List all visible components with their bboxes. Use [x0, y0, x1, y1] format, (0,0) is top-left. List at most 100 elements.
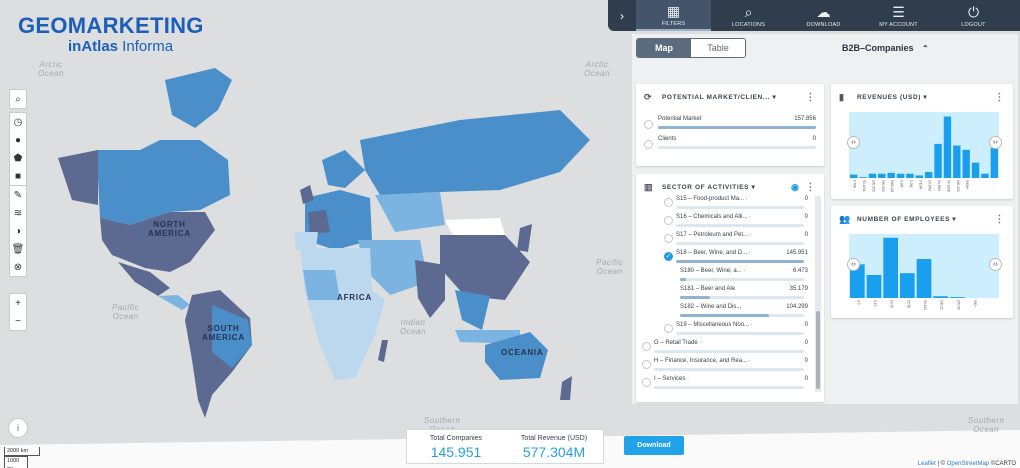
tick-label: 250-500k	[881, 180, 885, 192]
list-item[interactable]: S16 – Chemicals and Alli... · 0	[664, 214, 816, 232]
radio-button[interactable]	[664, 324, 673, 333]
chart-bar	[866, 274, 882, 298]
row-bar-track	[676, 332, 804, 335]
close-circle-icon[interactable]: ⊗	[10, 258, 26, 276]
tab-table[interactable]: Table	[691, 39, 745, 57]
chart-bar	[916, 259, 932, 298]
zoom-control: + −	[9, 293, 27, 331]
card-title[interactable]: NUMBER OF EMPLOYEES ▾	[857, 215, 956, 223]
list-item[interactable]: S180 – Beer, Wine, a... · 6.473	[662, 268, 816, 286]
new-zealand	[560, 376, 572, 400]
card-title[interactable]: REVENUES (USD) ▾	[857, 93, 927, 101]
radio-button[interactable]	[642, 378, 651, 387]
nav-filters[interactable]: ▦ FILTERS	[636, 0, 711, 31]
continent-label: OCEANIA	[501, 348, 544, 357]
chart-bar	[953, 145, 961, 178]
radio-button[interactable]	[644, 120, 653, 129]
square-draw-icon[interactable]: ■	[10, 167, 26, 185]
dataset-selector[interactable]: B2B–Companies ⌃	[842, 43, 929, 53]
radio-button[interactable]	[664, 234, 673, 243]
tick-label: 1-2M	[900, 180, 904, 188]
radio-button[interactable]	[664, 216, 673, 225]
row-bar-track	[680, 314, 804, 317]
chart-scroll-icon[interactable]: ‹›	[989, 136, 1002, 149]
row-bar-track	[654, 386, 804, 389]
radio-button[interactable]	[642, 342, 651, 351]
search-icon[interactable]: ⌕	[10, 90, 26, 108]
leaflet-link[interactable]: Leaflet	[918, 461, 936, 467]
row-bar-track	[676, 224, 804, 227]
total-companies-value: 145.951	[430, 444, 482, 460]
tick-label: 100-250k	[871, 180, 875, 192]
circle-draw-icon[interactable]: ●	[10, 131, 26, 149]
africa	[305, 290, 385, 380]
zoom-in-button[interactable]: +	[10, 294, 26, 312]
row-value: 0	[804, 376, 808, 382]
row-bar-track	[654, 368, 804, 371]
row-bar-track	[680, 296, 804, 299]
list-item[interactable]: S17 – Petroleum and Pet... · 0	[664, 232, 816, 250]
nav-label: MY ACCOUNT	[879, 21, 918, 28]
scrollbar[interactable]	[815, 196, 821, 392]
download-button[interactable]: Download	[624, 436, 684, 455]
row-label: Potential Market	[658, 116, 702, 122]
draw-toolbar: ◷ ● ⬟ ■	[9, 112, 27, 186]
more-icon[interactable]: ⋮	[805, 182, 816, 193]
list-item[interactable]: H – Finance, Insurance, and Rea... · 0	[642, 358, 816, 376]
list-item[interactable]: S182 – Wine and Dis... 104.299	[662, 304, 816, 322]
pentagon-draw-icon[interactable]: ⬟	[10, 149, 26, 167]
contrast-icon[interactable]: ◑	[10, 222, 26, 240]
tab-map[interactable]: Map	[637, 39, 691, 57]
chart-scroll-icon[interactable]: ‹›	[847, 136, 860, 149]
list-item[interactable]: Potential Market 157.856	[644, 116, 816, 134]
russia	[360, 110, 590, 195]
tick-label: 500M+	[965, 180, 969, 190]
info-icon[interactable]: i	[8, 418, 28, 438]
clock-icon[interactable]: ◷	[10, 113, 26, 131]
collapse-panel-icon[interactable]: ›	[608, 0, 636, 31]
row-label: H – Finance, Insurance, and Rea... ·	[654, 358, 751, 364]
se-asia	[455, 290, 490, 330]
iberia	[295, 232, 318, 250]
card-title[interactable]: POTENTIAL MARKET/CLIEN... ▾	[662, 93, 776, 101]
list-item[interactable]: Clients 0	[644, 136, 816, 154]
radio-button[interactable]	[642, 360, 651, 369]
summary-box: Total Companies 145.951 Total Revenue (U…	[406, 429, 604, 464]
nav-logout[interactable]: ⏻ LOGOUT	[936, 0, 1011, 31]
card-title[interactable]: SECTOR OF ACTIVITIES ▾	[662, 183, 755, 191]
checked-radio-button[interactable]: ✓	[664, 252, 673, 261]
trash-icon[interactable]: 🗑	[10, 240, 26, 258]
osm-link[interactable]: OpenStreetMap	[947, 461, 989, 467]
edit-icon[interactable]: ✎	[10, 186, 26, 204]
edit-toolbar: ✎ ≋ ◑ 🗑 ⊗	[9, 185, 27, 277]
chart-bar	[900, 273, 915, 298]
row-label: S15 – Food-product Ma... ·	[676, 196, 748, 202]
chart-scroll-icon[interactable]: ‹›	[847, 258, 860, 271]
heatmap-icon[interactable]: ≋	[10, 204, 26, 222]
nav-download[interactable]: ☁ DOWNLOAD	[786, 0, 861, 31]
more-icon[interactable]: ⋮	[994, 92, 1005, 103]
scrollbar-thumb[interactable]	[816, 311, 820, 389]
list-item[interactable]: G – Retail Trade · 0	[642, 340, 816, 358]
list-item[interactable]: S19 – Miscellaneous Non... · 0	[664, 322, 816, 340]
list-item[interactable]: S181 – Beer and Ale 35.179	[662, 286, 816, 304]
zoom-out-button[interactable]: −	[10, 312, 26, 330]
radio-button[interactable]	[644, 140, 653, 149]
list-item[interactable]: I – Services · 0	[642, 376, 816, 394]
radio-button[interactable]	[664, 198, 673, 207]
more-icon[interactable]: ⋮	[994, 214, 1005, 225]
power-icon: ⏻	[967, 3, 980, 20]
row-value: 0	[804, 340, 808, 346]
nav-my-account[interactable]: ☰ MY ACCOUNT	[861, 0, 936, 31]
chart-scroll-icon[interactable]: ‹›	[989, 258, 1002, 271]
row-bar-track	[654, 350, 804, 353]
more-icon[interactable]: ⋮	[805, 92, 816, 103]
list-item[interactable]: S15 – Food-product Ma... · 0	[664, 196, 816, 214]
list-item[interactable]: ✓ S18 – Beer, Wine, and D... · 145.951	[664, 250, 816, 268]
eye-icon[interactable]: ◉	[791, 182, 799, 193]
carto-credit: ©CARTO	[989, 461, 1016, 467]
ocean-label: Southern Ocean	[968, 416, 1005, 434]
nav-locations[interactable]: ⌕ LOCATIONS	[711, 0, 786, 31]
tick-label: 20-50M	[937, 180, 941, 191]
view-tabs: Map Table	[636, 38, 746, 58]
